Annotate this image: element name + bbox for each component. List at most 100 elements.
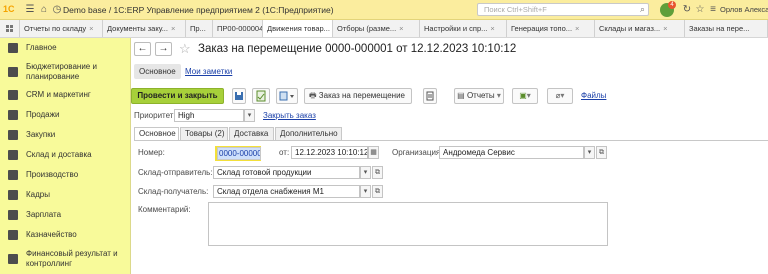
tab-2[interactable]: Пр... <box>186 20 213 37</box>
tab-6[interactable]: Настройки и спр... × <box>420 20 507 37</box>
reports-button[interactable]: ▤ Отчеты ▾ <box>454 88 504 104</box>
sidebar-item-label: контроллинг <box>26 259 72 268</box>
sidebar-item-treasury[interactable]: Казначейство <box>0 229 131 241</box>
tab-5[interactable]: Отборы (разме... × <box>333 20 420 37</box>
search-input[interactable]: Поиск Ctrl+Shift+F ⌕ <box>477 3 649 16</box>
home-icon[interactable]: ⌂ <box>38 4 50 16</box>
tab-0[interactable]: Отчеты по складу × <box>20 20 103 37</box>
favorites-star-icon[interactable]: ☆ <box>694 4 706 16</box>
priority-label: Приоритет: <box>134 111 176 120</box>
tab-8[interactable]: Склады и магаз... × <box>595 20 685 37</box>
sidebar-item-purchases[interactable]: Закупки <box>0 129 131 141</box>
close-icon[interactable]: × <box>663 24 667 33</box>
clip-button[interactable]: ⌀▾ <box>547 88 573 104</box>
tab-additional[interactable]: Дополнительно <box>275 127 342 140</box>
report-structure-button[interactable] <box>423 88 437 104</box>
open-link-icon[interactable]: ⧉ <box>596 146 607 159</box>
history-icon[interactable]: ◷ <box>51 4 63 16</box>
tab-main[interactable]: Основное <box>134 127 179 140</box>
chevron-down-icon: ▾ <box>526 91 531 100</box>
menu-icon[interactable]: ☰ <box>24 4 36 16</box>
sidebar-item-label: Казначейство <box>26 230 77 239</box>
favorite-star-icon[interactable]: ☆ <box>179 41 191 57</box>
calendar-icon[interactable]: ▦ <box>368 146 379 159</box>
tab-goods[interactable]: Товары (2) <box>180 127 228 140</box>
back-button[interactable]: ← <box>134 42 151 56</box>
treasury-icon <box>8 230 18 240</box>
open-link-icon[interactable]: ⧉ <box>372 166 383 179</box>
sidebar-item-label: планирование <box>26 72 80 81</box>
history-clock-icon[interactable]: ↻ <box>681 4 693 16</box>
close-icon[interactable]: × <box>89 24 93 33</box>
sections-sidebar: Главное Бюджетирование и планирование CR… <box>0 38 131 274</box>
date-field[interactable]: 12.12.2023 10:10:12 <box>291 146 368 159</box>
chevron-down-icon[interactable]: ▾ <box>360 185 371 198</box>
priority-dropdown[interactable]: ▾ <box>244 109 255 122</box>
sidebar-item-warehouse[interactable]: Склад и доставка <box>0 149 131 161</box>
close-icon[interactable]: × <box>171 24 175 33</box>
tab-3[interactable]: ПР00-000004 <box>213 20 263 37</box>
hr-icon <box>8 190 18 200</box>
sidebar-item-sales[interactable]: Продажи <box>0 109 131 121</box>
app-logo: 1С <box>3 4 15 14</box>
document-form: ← → ☆ Заказ на перемещение 0000-000001 о… <box>131 38 768 274</box>
sidebar-item-hr[interactable]: Кадры <box>0 189 131 201</box>
number-label: Номер: <box>138 148 165 157</box>
sidebar-item-crm[interactable]: CRM и маркетинг <box>0 89 131 101</box>
comment-textarea[interactable] <box>208 202 608 246</box>
subtab-my-notes[interactable]: Мои заметки <box>185 64 232 79</box>
close-order-link[interactable]: Закрыть заказ <box>263 111 316 120</box>
sidebar-item-label: Зарплата <box>26 210 62 219</box>
sidebar-item-label: Склад и доставка <box>26 150 92 159</box>
chevron-down-icon: ▾ <box>496 91 501 100</box>
files-link[interactable]: Файлы <box>581 91 606 100</box>
receiver-warehouse-field[interactable]: Склад отдела снабжения М1 <box>213 185 360 198</box>
sender-warehouse-field[interactable]: Склад готовой продукции <box>213 166 360 179</box>
tab-7[interactable]: Генерация топо... × <box>507 20 595 37</box>
tab-delivery[interactable]: Доставка <box>229 127 274 140</box>
print-order-button[interactable]: 🖶 Заказ на перемещение <box>304 88 412 104</box>
sidebar-item-finance[interactable]: Финансовый результат и контроллинг <box>0 249 131 271</box>
sidebar-item-label: Производство <box>26 170 79 179</box>
tab-label: Генерация топо... <box>511 24 573 33</box>
search-icon[interactable]: ⌕ <box>640 4 645 15</box>
sidebar-item-salary[interactable]: Зарплата <box>0 209 131 221</box>
open-windows-tabs: Отчеты по складу × Документы заку... × Пр.… <box>0 20 768 38</box>
organization-field[interactable]: Андромеда Сервис <box>439 146 584 159</box>
save-icon <box>235 92 243 100</box>
sidebar-item-label: Бюджетирование и <box>26 62 97 71</box>
notification-count-badge: 4 <box>668 1 676 9</box>
close-icon[interactable]: × <box>490 24 494 33</box>
warehouse-icon <box>8 150 18 160</box>
tab-1[interactable]: Документы заку... × <box>103 20 186 37</box>
command-bar: Провести и закрыть 🖶 Заказ на перемещени… <box>131 88 768 104</box>
tab-label: Настройки и спр... <box>424 24 488 33</box>
post-and-close-button[interactable]: Провести и закрыть <box>131 88 224 104</box>
priority-field[interactable]: High <box>174 109 244 122</box>
post-button[interactable] <box>252 88 270 104</box>
tab-9[interactable]: Заказы на пере... <box>685 20 768 37</box>
reports-label: Отчеты <box>466 91 495 100</box>
number-field[interactable]: 0000-000001 <box>217 147 261 160</box>
attach-button[interactable]: ▣▾ <box>512 88 538 104</box>
tab-label: Пр... <box>190 24 206 33</box>
close-icon[interactable]: × <box>575 24 579 33</box>
sidebar-item-budgeting[interactable]: Бюджетирование и планирование <box>0 62 131 84</box>
chevron-down-icon[interactable]: ▾ <box>360 166 371 179</box>
printer-icon: 🖶 <box>309 91 317 100</box>
create-based-on-button[interactable] <box>276 88 298 104</box>
chevron-down-icon[interactable]: ▾ <box>584 146 595 159</box>
save-button[interactable] <box>232 88 246 104</box>
close-icon[interactable]: × <box>399 24 403 33</box>
forward-button[interactable]: → <box>155 42 172 56</box>
open-link-icon[interactable]: ⧉ <box>372 185 383 198</box>
settings-icon[interactable]: ≡ <box>707 4 719 16</box>
create-based-on-icon <box>279 91 294 101</box>
tab-4-active[interactable]: Движения товар... <box>263 20 333 37</box>
home-tab[interactable] <box>0 20 20 37</box>
subtab-main[interactable]: Основное <box>134 64 181 79</box>
user-name[interactable]: Орлов Александр <box>720 5 768 14</box>
receiver-warehouse-label: Склад-получатель: <box>138 187 209 196</box>
sidebar-item-production[interactable]: Производство <box>0 169 131 181</box>
sidebar-item-main[interactable]: Главное <box>0 42 131 54</box>
